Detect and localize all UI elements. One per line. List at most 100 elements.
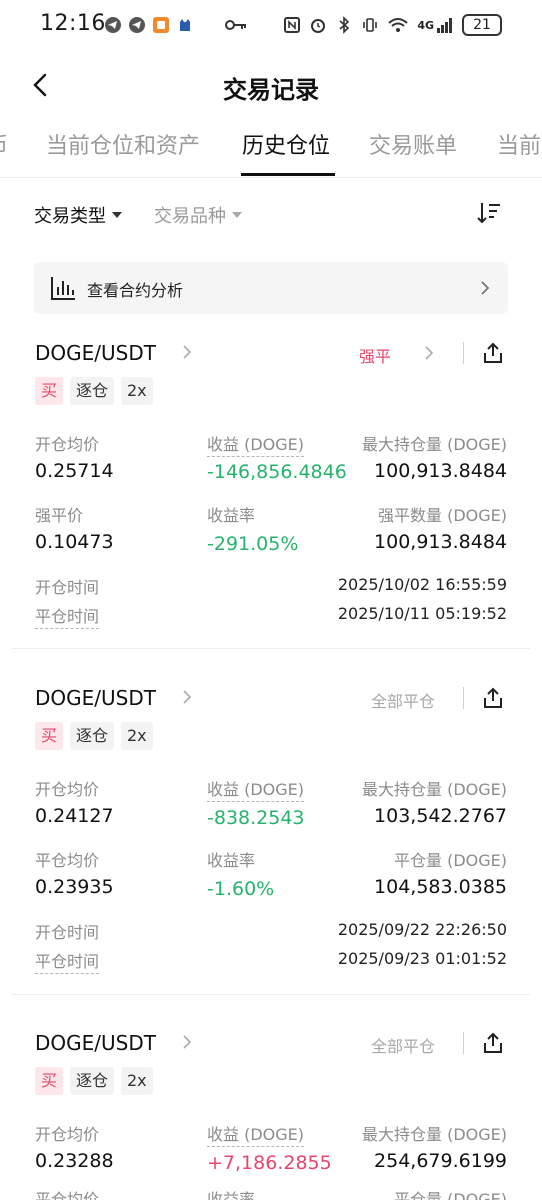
close-time-label[interactable]: 平仓时间	[35, 948, 100, 974]
max-position-value: 103,542.2767	[374, 805, 507, 827]
pnl-label[interactable]: 收益 (DOGE)	[207, 776, 304, 802]
open-price-value: 0.25714	[35, 460, 114, 482]
signal-icon	[437, 18, 452, 33]
bluetooth-icon	[339, 16, 350, 34]
position-symbol: DOGE/USDT	[35, 686, 156, 710]
side-tag: 买	[35, 377, 64, 405]
side-tag: 买	[35, 1067, 64, 1095]
sort-icon[interactable]	[476, 200, 502, 226]
divider	[463, 342, 464, 364]
close-time-value: 2025/10/11 05:19:52	[337, 604, 507, 623]
instrument-filter[interactable]: 交易品种	[154, 202, 242, 228]
open-price-value: 0.24127	[35, 805, 114, 827]
trade-type-label: 交易类型	[34, 206, 106, 227]
chevron-right-icon	[183, 345, 192, 359]
battery-level: 21	[462, 14, 502, 36]
vibrate-icon	[363, 18, 378, 32]
pnl-label[interactable]: 收益 (DOGE)	[207, 431, 304, 457]
pnl-value: -838.2543	[207, 807, 305, 829]
close-price-label: 平仓均价	[35, 851, 100, 870]
network-type: 4G	[417, 18, 434, 32]
chevron-right-icon	[481, 281, 490, 295]
share-icon[interactable]	[481, 686, 505, 710]
liquidation-price-label: 强平价	[35, 506, 84, 525]
open-time-label: 开仓时间	[35, 923, 100, 942]
tab-partial-left[interactable]: 币	[0, 128, 8, 160]
close-time-value: 2025/09/23 01:01:52	[337, 949, 507, 968]
page-title: 交易记录	[223, 76, 319, 104]
card-divider	[12, 994, 530, 995]
bar-chart-icon	[51, 277, 75, 300]
instrument-label: 交易品种	[154, 206, 226, 227]
leverage-tag: 2x	[121, 722, 153, 750]
tab-bar: 币 当前仓位和资产 历史仓位 交易账单 当前	[0, 122, 542, 178]
liquidation-price-value: 0.10473	[35, 531, 114, 553]
max-position-label: 最大持仓量 (DOGE)	[362, 435, 507, 454]
chevron-right-icon	[183, 1035, 192, 1049]
chevron-right-icon	[183, 690, 192, 704]
close-amount-value: 104,583.0385	[374, 876, 507, 898]
pnl-value: -146,856.4846	[207, 461, 347, 483]
open-time-label: 开仓时间	[35, 578, 100, 597]
max-position-label: 最大持仓量 (DOGE)	[362, 1125, 507, 1144]
telegram-icon	[129, 17, 145, 33]
close-price-label: 平仓均价	[35, 1190, 100, 1200]
share-icon[interactable]	[481, 1031, 505, 1055]
side-tag: 买	[35, 722, 64, 750]
open-time-value: 2025/09/22 22:26:50	[337, 920, 507, 939]
open-time-value: 2025/10/02 16:55:59	[337, 575, 507, 594]
closed-status: 全部平仓	[371, 1037, 436, 1056]
open-price-label: 开仓均价	[35, 780, 100, 799]
margin-mode-tag: 逐仓	[70, 722, 115, 750]
pnl-ratio-value: -1.60%	[207, 878, 275, 900]
contract-analysis-label: 查看合约分析	[87, 281, 184, 300]
margin-mode-tag: 逐仓	[70, 377, 115, 405]
nfc-icon	[284, 17, 301, 33]
active-tab-indicator	[241, 173, 335, 176]
chevron-right-icon	[425, 346, 434, 360]
pnl-label[interactable]: 收益 (DOGE)	[207, 1121, 304, 1147]
status-time: 12:16	[40, 11, 106, 36]
close-amount-label: 平仓量 (DOGE)	[394, 851, 507, 870]
divider	[463, 687, 464, 709]
trade-type-filter[interactable]: 交易类型	[34, 202, 122, 228]
pnl-ratio-value: -291.05%	[207, 533, 299, 555]
close-amount-label: 平仓量 (DOGE)	[394, 1190, 507, 1200]
notification-icons	[104, 16, 248, 34]
max-position-value: 254,679.6199	[374, 1150, 507, 1172]
position-symbol: DOGE/USDT	[35, 1031, 156, 1055]
alarm-icon	[311, 19, 326, 33]
contract-analysis-bar[interactable]: 查看合约分析	[34, 262, 508, 314]
tab-positions-assets[interactable]: 当前仓位和资产	[46, 128, 200, 160]
leverage-tag: 2x	[121, 1067, 153, 1095]
close-price-value: 0.23935	[35, 876, 114, 898]
close-time-label[interactable]: 平仓时间	[35, 603, 100, 629]
wifi-icon	[388, 18, 408, 32]
telegram-icon	[105, 17, 121, 33]
app-notification-icon	[153, 17, 169, 33]
max-position-value: 100,913.8484	[374, 460, 507, 482]
open-price-label: 开仓均价	[35, 1125, 100, 1144]
divider	[463, 1032, 464, 1054]
leverage-tag: 2x	[121, 377, 153, 405]
pnl-value: +7,186.2855	[207, 1152, 332, 1174]
liquidation-status[interactable]: 强平	[359, 343, 391, 367]
status-bar: 12:16 4G 21	[0, 0, 542, 52]
margin-mode-tag: 逐仓	[70, 1067, 115, 1095]
caret-down-icon	[232, 212, 242, 218]
max-position-label: 最大持仓量 (DOGE)	[362, 780, 507, 799]
open-price-label: 开仓均价	[35, 435, 100, 454]
open-price-value: 0.23288	[35, 1150, 114, 1172]
tab-partial-right[interactable]: 当前	[497, 128, 541, 160]
system-icons: 4G 21	[283, 14, 502, 36]
position-symbol: DOGE/USDT	[35, 341, 156, 365]
pnl-ratio-label: 收益率	[207, 506, 256, 525]
pnl-ratio-label: 收益率	[207, 851, 256, 870]
tab-position-history[interactable]: 历史仓位	[242, 128, 330, 160]
tab-trade-bills[interactable]: 交易账单	[369, 128, 457, 160]
caret-down-icon	[112, 212, 122, 218]
filter-bar: 交易类型 交易品种	[34, 200, 508, 230]
closed-status: 全部平仓	[371, 692, 436, 711]
share-icon[interactable]	[481, 341, 505, 365]
cat-app-icon	[180, 19, 190, 31]
